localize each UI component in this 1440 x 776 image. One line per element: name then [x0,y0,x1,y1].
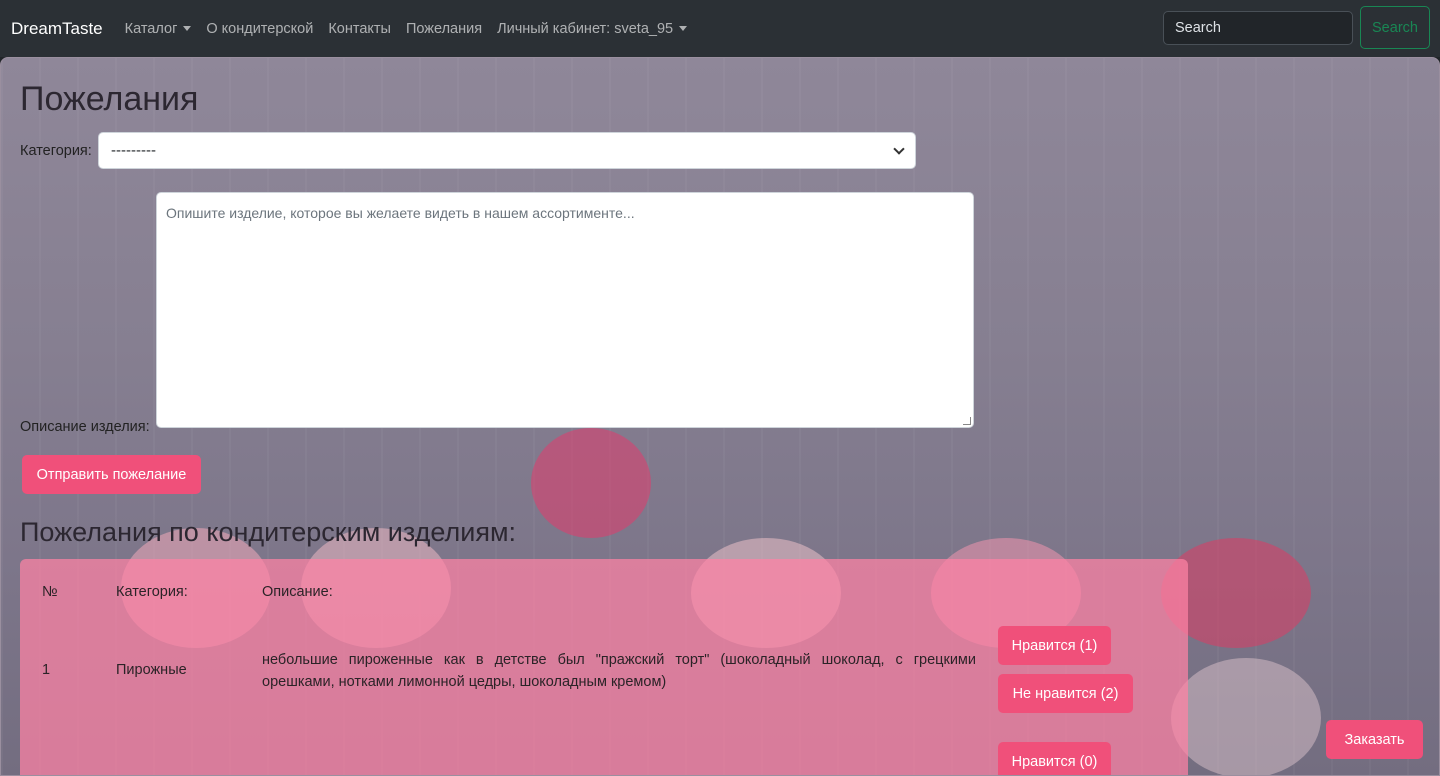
table-cell-num: 1 [42,662,51,678]
description-placeholder: Опишите изделие, которое вы желаете виде… [166,205,635,221]
nav-account-label: Личный кабинет: sveta_95 [497,20,674,37]
submit-wish-button[interactable]: Отправить пожелание [22,455,201,494]
description-textarea[interactable]: Опишите изделие, которое вы желаете виде… [156,192,974,428]
nav-wishes[interactable]: Пожелания [406,21,482,37]
like-button[interactable]: Нравится (0) [998,742,1111,775]
category-select[interactable]: --------- [98,132,916,169]
wishes-table: № Категория: Описание: 1 Пирожные неболь… [20,559,1188,775]
nav-contacts[interactable]: Контакты [328,21,391,37]
order-button[interactable]: Заказать [1326,720,1423,759]
nav-about-label: О кондитерской [206,20,314,37]
nav-catalog-label: Каталог [124,20,178,37]
category-select-value: --------- [111,142,156,159]
like-button[interactable]: Нравится (1) [998,626,1111,665]
category-label: Категория: [20,143,92,159]
chevron-down-icon [183,26,192,31]
navbar: DreamTaste Каталог О кондитерской Контак… [0,0,1440,57]
table-header-category: Категория: [116,584,188,600]
nav-contacts-label: Контакты [328,20,391,37]
resize-handle-icon[interactable] [963,417,971,425]
brand-logo[interactable]: DreamTaste [11,19,103,39]
table-cell-description: небольшие пироженные как в детстве был "… [262,652,976,690]
search-button[interactable]: Search [1360,6,1430,49]
nav-wishes-label: Пожелания [405,20,483,37]
page-title: Пожелания [20,80,199,118]
wishes-title: Пожелания по кондитерским изделиям: [20,517,517,547]
table-header-num: № [42,584,58,600]
search-input[interactable]: Search [1163,11,1353,45]
main-panel: Пожелания Категория: --------- Опишите и… [0,57,1440,776]
chevron-down-icon [893,142,905,155]
table-header-description: Описание: [262,584,333,600]
table-cell-category: Пирожные [116,662,187,678]
description-label: Описание изделия: [20,419,150,435]
nav-account[interactable]: Личный кабинет: sveta_95 [497,20,688,37]
nav-about[interactable]: О кондитерской [206,21,313,37]
nav-catalog[interactable]: Каталог [125,21,192,37]
chevron-down-icon [679,26,688,31]
dislike-button[interactable]: Не нравится (2) [998,674,1133,713]
